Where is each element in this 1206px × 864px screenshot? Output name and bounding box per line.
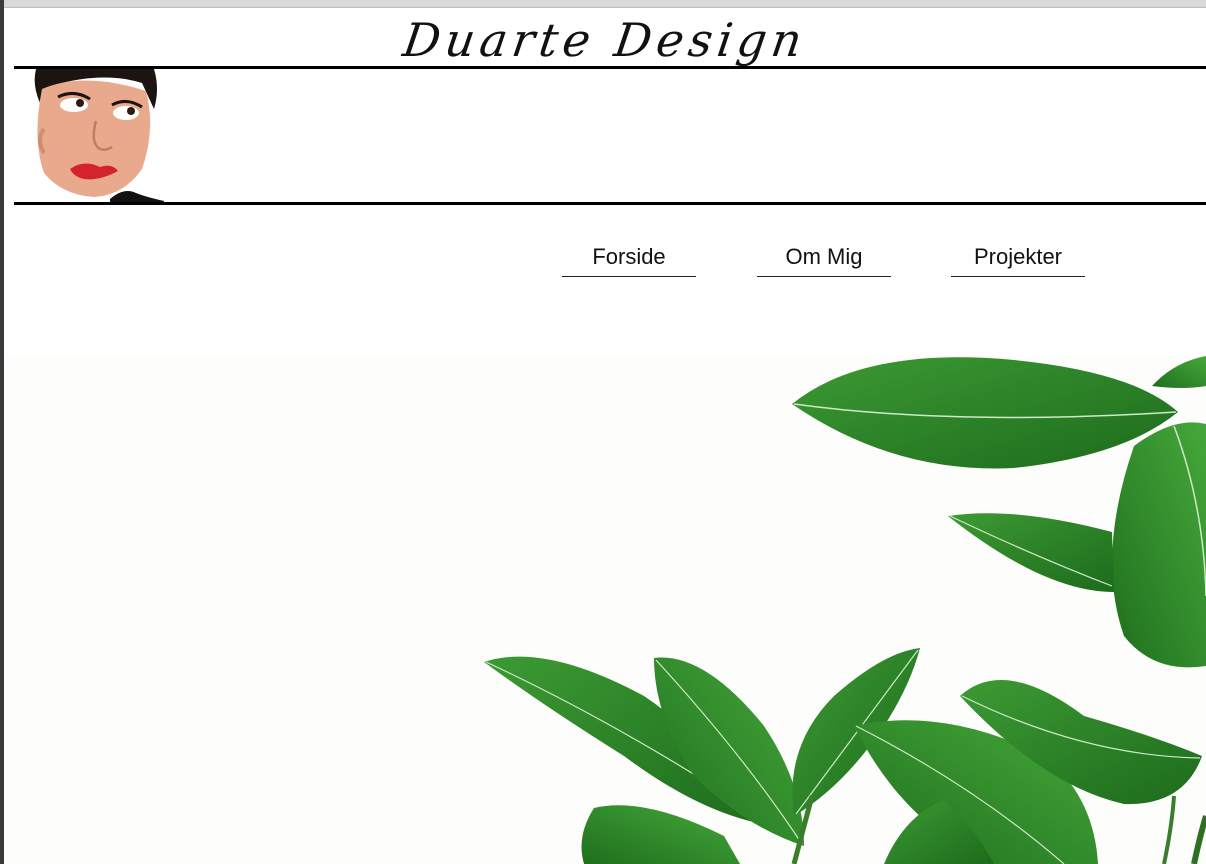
portrait-image	[14, 69, 164, 202]
header-rule-top	[14, 66, 1206, 69]
nav-projekter[interactable]: Projekter	[951, 238, 1085, 277]
browser-top-edge	[0, 0, 1206, 8]
plant-leaves-image	[484, 356, 1206, 864]
page: Duarte Design Forside Om Mig Projekter	[4, 8, 1206, 864]
header-rule-bottom	[14, 202, 1206, 205]
nav-om-mig[interactable]: Om Mig	[757, 238, 891, 277]
hero-image	[4, 356, 1206, 864]
nav-forside[interactable]: Forside	[562, 238, 696, 277]
site-title: Duarte Design	[399, 13, 811, 67]
